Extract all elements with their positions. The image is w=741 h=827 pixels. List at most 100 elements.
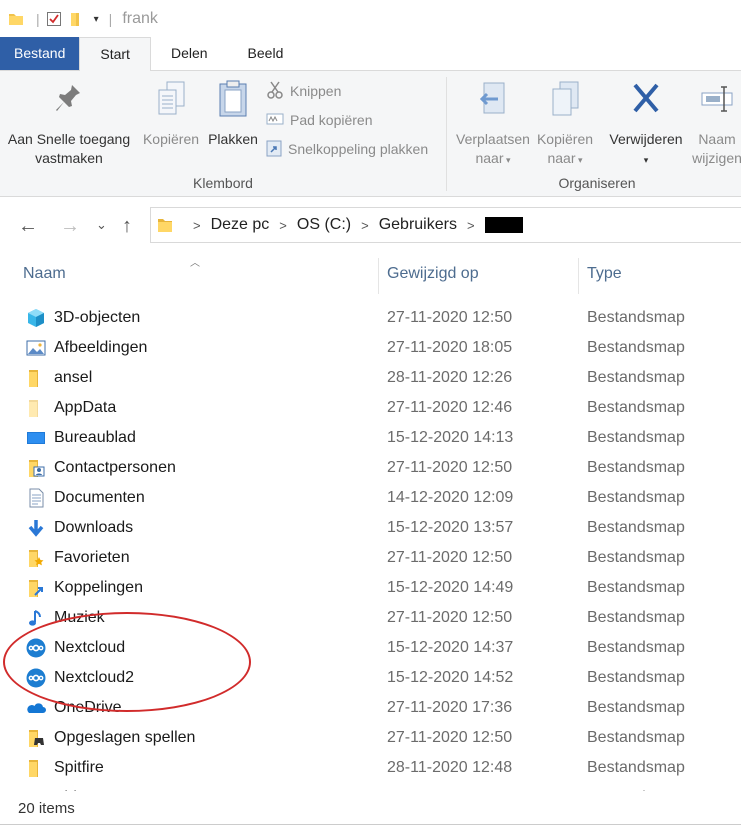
copy-to-button[interactable]: Kopiëren naar ▾ — [533, 79, 597, 170]
file-type: Bestandsmap — [587, 789, 685, 791]
new-folder-icon[interactable] — [68, 11, 84, 27]
pin-label-line1: Aan Snelle toegang — [7, 131, 131, 147]
file-row[interactable]: Contactpersonen 27-11-2020 12:50 Bestandsm… — [0, 453, 741, 483]
file-type: Bestandsmap — [587, 459, 685, 476]
tab-file[interactable]: Bestand — [0, 37, 80, 70]
pictures-icon — [26, 338, 46, 358]
breadcrumb-users[interactable]: Gebruikers — [379, 216, 457, 234]
move-to-label-line2: naar — [475, 150, 504, 166]
file-type: Bestandsmap — [587, 609, 685, 626]
redacted-username[interactable] — [484, 217, 523, 233]
file-row[interactable]: ansel 28-11-2020 12:26 Bestandsmap — [0, 363, 741, 393]
tab-start[interactable]: Start — [79, 37, 151, 71]
tab-view[interactable]: Beeld — [228, 37, 304, 70]
file-row[interactable]: Nextcloud 15-12-2020 14:37 Bestandsmap — [0, 633, 741, 663]
rename-label-line1: Naam — [698, 131, 736, 147]
breadcrumb-chevron-icon[interactable]: > — [193, 218, 201, 233]
column-divider[interactable] — [578, 258, 579, 294]
address-bar[interactable]: > Deze pc > OS (C:) > Gebruikers > — [150, 207, 741, 243]
music-icon — [26, 608, 46, 628]
column-header-modified[interactable]: Gewijzigd op — [387, 256, 479, 292]
copy-to-label-line1: Kopiëren — [536, 131, 594, 147]
pin-icon — [6, 79, 132, 124]
file-row[interactable]: Opgeslagen spellen 27-11-2020 12:50 Bestan… — [0, 723, 741, 753]
file-type: Bestandsmap — [587, 519, 685, 536]
forward-arrow-icon[interactable]: → — [60, 215, 80, 238]
copy-path-icon — [266, 112, 284, 129]
up-arrow-icon[interactable]: ↑ — [122, 215, 132, 238]
file-modified-date: 15-12-2020 14:52 — [387, 669, 514, 686]
nextcloud-icon — [26, 638, 46, 658]
breadcrumb-chevron-icon[interactable]: > — [279, 218, 287, 233]
file-row[interactable]: Nextcloud2 15-12-2020 14:52 Bestandsmap — [0, 663, 741, 693]
file-row[interactable]: 3D-objecten 27-11-2020 12:50 Bestandsmap — [0, 303, 741, 333]
file-modified-date: 15-12-2020 14:13 — [387, 429, 514, 446]
ribbon-tabs: Bestand Start Delen Beeld — [0, 37, 741, 71]
organize-group: Verplaatsen naar ▾ Kopiëren naar ▾ Verwi… — [447, 71, 741, 197]
breadcrumb-drive-c[interactable]: OS (C:) — [297, 216, 351, 234]
file-row[interactable]: Downloads 15-12-2020 13:57 Bestandsmap — [0, 513, 741, 543]
file-name: Afbeeldingen — [54, 339, 148, 356]
breadcrumb-chevron-icon[interactable]: > — [361, 218, 369, 233]
file-type: Bestandsmap — [587, 579, 685, 596]
copy-icon — [138, 79, 204, 124]
pin-quick-access-button[interactable]: Aan Snelle toegang vastmaken — [6, 79, 132, 168]
file-name: Koppelingen — [54, 579, 143, 596]
file-row[interactable]: Afbeeldingen 27-11-2020 18:05 Bestandsmap — [0, 333, 741, 363]
hidden-folder-icon — [26, 398, 46, 418]
copy-to-icon — [533, 79, 597, 124]
delete-button[interactable]: Verwijderen ▾ — [605, 79, 687, 170]
tab-share[interactable]: Delen — [151, 37, 228, 70]
ribbon: Aan Snelle toegang vastmaken Kopiëren Pl… — [0, 71, 741, 197]
copy-to-label-line2: naar — [547, 150, 576, 166]
file-row[interactable]: Muziek 27-11-2020 12:50 Bestandsmap — [0, 603, 741, 633]
copy-path-button[interactable]: Pad kopiëren — [266, 109, 373, 131]
file-name: Favorieten — [54, 549, 130, 566]
file-modified-date: 15-12-2020 14:37 — [387, 639, 514, 656]
saved-games-icon — [26, 728, 46, 748]
navigation-bar: ← → ⌄ ↑ > Deze pc > OS (C:) > Gebruikers… — [0, 197, 741, 253]
file-modified-date: 27-11-2020 17:36 — [387, 699, 513, 716]
file-modified-date: 27-11-2020 12:50 — [387, 309, 513, 326]
back-arrow-icon[interactable]: ← — [18, 215, 38, 238]
window-title: frank — [122, 10, 158, 27]
file-row[interactable]: AppData 27-11-2020 12:46 Bestandsmap — [0, 393, 741, 423]
file-row[interactable]: Bureaublad 15-12-2020 14:13 Bestandsmap — [0, 423, 741, 453]
breadcrumb-this-pc[interactable]: Deze pc — [211, 216, 270, 234]
file-row[interactable]: Documenten 14-12-2020 12:09 Bestandsmap — [0, 483, 741, 513]
column-header-name[interactable]: Naam — [23, 256, 66, 292]
paste-button[interactable]: Plakken — [204, 79, 262, 149]
folder-icon — [26, 368, 46, 388]
file-type: Bestandsmap — [587, 699, 685, 716]
folder-icon[interactable] — [8, 11, 24, 27]
properties-icon[interactable] — [46, 11, 62, 27]
column-header-type[interactable]: Type — [587, 256, 622, 292]
file-modified-date: 15-12-2020 10:50 — [387, 789, 513, 791]
delete-dropdown-icon[interactable]: ▾ — [644, 155, 649, 165]
cut-button[interactable]: Knippen — [266, 80, 341, 102]
file-type: Bestandsmap — [587, 669, 685, 686]
desktop-icon — [26, 428, 46, 448]
paste-shortcut-button[interactable]: Snelkoppeling plakken — [266, 138, 428, 160]
file-row[interactable]: Favorieten 27-11-2020 12:50 Bestandsmap — [0, 543, 741, 573]
file-row[interactable]: Video's 15-12-2020 10:50 Bestandsmap — [0, 783, 741, 791]
file-name: Muziek — [54, 609, 105, 626]
file-row[interactable]: Spitfire 28-11-2020 12:48 Bestandsmap — [0, 753, 741, 783]
file-row[interactable]: Koppelingen 15-12-2020 14:49 Bestandsmap — [0, 573, 741, 603]
rename-button[interactable]: Naam wijzigen — [687, 79, 741, 168]
file-modified-date: 27-11-2020 12:46 — [387, 399, 513, 416]
customize-toolbar-icon[interactable]: ▾ — [94, 14, 99, 25]
move-to-button[interactable]: Verplaatsen naar ▾ — [451, 79, 535, 170]
column-divider[interactable] — [378, 258, 379, 294]
file-name: Opgeslagen spellen — [54, 729, 196, 746]
rename-label-line2: wijzigen — [692, 150, 741, 166]
divider — [0, 824, 741, 825]
file-row[interactable]: OneDrive 27-11-2020 17:36 Bestandsmap — [0, 693, 741, 723]
breadcrumb-chevron-icon[interactable]: > — [467, 218, 475, 233]
separator: | — [36, 11, 40, 27]
file-name: Downloads — [54, 519, 134, 536]
sort-ascending-icon: ︿ — [190, 258, 200, 269]
links-icon — [26, 578, 46, 598]
copy-button[interactable]: Kopiëren — [138, 79, 204, 149]
recent-locations-chevron-icon[interactable]: ⌄ — [96, 217, 107, 233]
